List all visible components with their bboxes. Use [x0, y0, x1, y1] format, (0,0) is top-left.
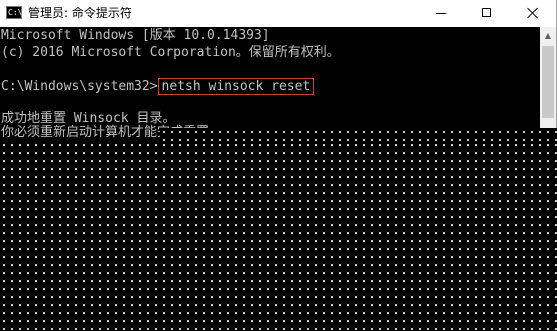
window-title: 管理员: 命令提示符: [28, 6, 132, 20]
maximize-button[interactable]: [464, 0, 510, 27]
cmd-icon[interactable]: C:\: [6, 6, 22, 19]
console-command-line: C:\Windows\system32> netsh winsock reset: [1, 78, 315, 96]
minimize-button[interactable]: [418, 0, 464, 27]
dotted-overlay-strip: [160, 128, 557, 142]
cmd-window: C:\ 管理员: 命令提示符 Microsoft Windows [版本 10.…: [0, 0, 557, 331]
close-icon: [527, 7, 539, 19]
highlighted-command: netsh winsock reset: [157, 78, 315, 95]
scroll-up-arrow-icon[interactable]: ▲: [540, 27, 556, 44]
console-prompt: C:\Windows\system32>: [1, 79, 158, 94]
title-bar[interactable]: C:\ 管理员: 命令提示符: [0, 0, 556, 27]
minimize-icon: [436, 13, 446, 14]
console-line-version: Microsoft Windows [版本 10.0.14393]: [1, 28, 270, 43]
console-line-copyright: (c) 2016 Microsoft Corporation。保留所有权利。: [1, 45, 340, 60]
close-button[interactable]: [510, 0, 556, 27]
scroll-thumb[interactable]: [542, 46, 554, 118]
maximize-icon: [482, 8, 491, 17]
dotted-overlay: [0, 141, 557, 331]
